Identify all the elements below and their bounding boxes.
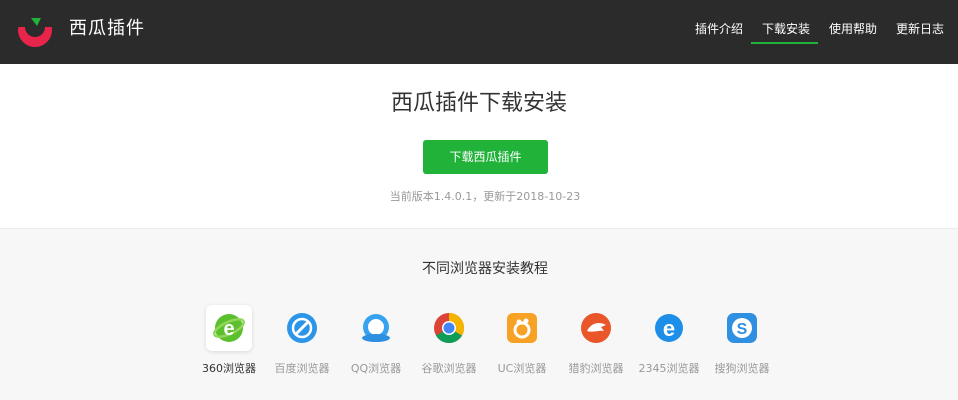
browser-label: 百度浏览器: [274, 362, 330, 375]
browser-360[interactable]: e 360浏览器: [189, 305, 269, 376]
browser-label: QQ浏览器: [350, 362, 402, 375]
download-plugin-button[interactable]: 下载西瓜插件: [423, 140, 548, 174]
version-info: 当前版本1.4.0.1，更新于2018-10-23: [389, 190, 581, 203]
chrome-icon: [434, 313, 465, 344]
liebao-browser-icon: [581, 313, 611, 343]
browser-sogou[interactable]: S 搜狗浏览器: [702, 305, 782, 376]
nav-plugin-intro[interactable]: 插件介绍: [695, 21, 743, 37]
browser-label: 360浏览器: [202, 362, 256, 375]
browser-baidu[interactable]: 百度浏览器: [262, 305, 342, 376]
watermelon-logo-icon[interactable]: [17, 12, 53, 48]
tutorial-title: 不同浏览器安装教程: [422, 261, 548, 277]
nav-usage-help[interactable]: 使用帮助: [829, 21, 877, 37]
qq-browser-icon: [362, 314, 390, 342]
browser-label: 谷歌浏览器: [421, 362, 477, 375]
browser-label: UC浏览器: [497, 362, 547, 375]
sogou-browser-icon: S: [727, 313, 757, 343]
page-title: 西瓜插件下载安装: [390, 91, 567, 116]
browser-uc[interactable]: UC浏览器: [482, 305, 562, 376]
baidu-browser-icon: [287, 313, 317, 343]
360-browser-icon: e: [213, 314, 245, 342]
browser-2345[interactable]: e 2345浏览器: [629, 305, 709, 376]
svg-text:e: e: [663, 316, 675, 341]
2345-browser-icon: e: [655, 314, 683, 342]
nav-download-install[interactable]: 下载安装: [762, 21, 810, 37]
brand-name[interactable]: 西瓜插件: [69, 17, 145, 41]
svg-text:S: S: [737, 321, 748, 338]
browser-liebao[interactable]: 猎豹浏览器: [556, 305, 636, 376]
browser-qq[interactable]: QQ浏览器: [336, 305, 416, 376]
nav-active-indicator: [751, 42, 818, 44]
browser-label: 2345浏览器: [638, 362, 700, 375]
svg-text:e: e: [223, 318, 234, 340]
browser-chrome[interactable]: 谷歌浏览器: [409, 305, 489, 376]
top-navbar: 西瓜插件 插件介绍 下载安装 使用帮助 更新日志: [0, 0, 958, 64]
browser-label: 搜狗浏览器: [714, 362, 770, 375]
browser-label: 猎豹浏览器: [568, 362, 624, 375]
uc-browser-icon: [507, 313, 537, 343]
nav-changelog[interactable]: 更新日志: [896, 21, 944, 37]
